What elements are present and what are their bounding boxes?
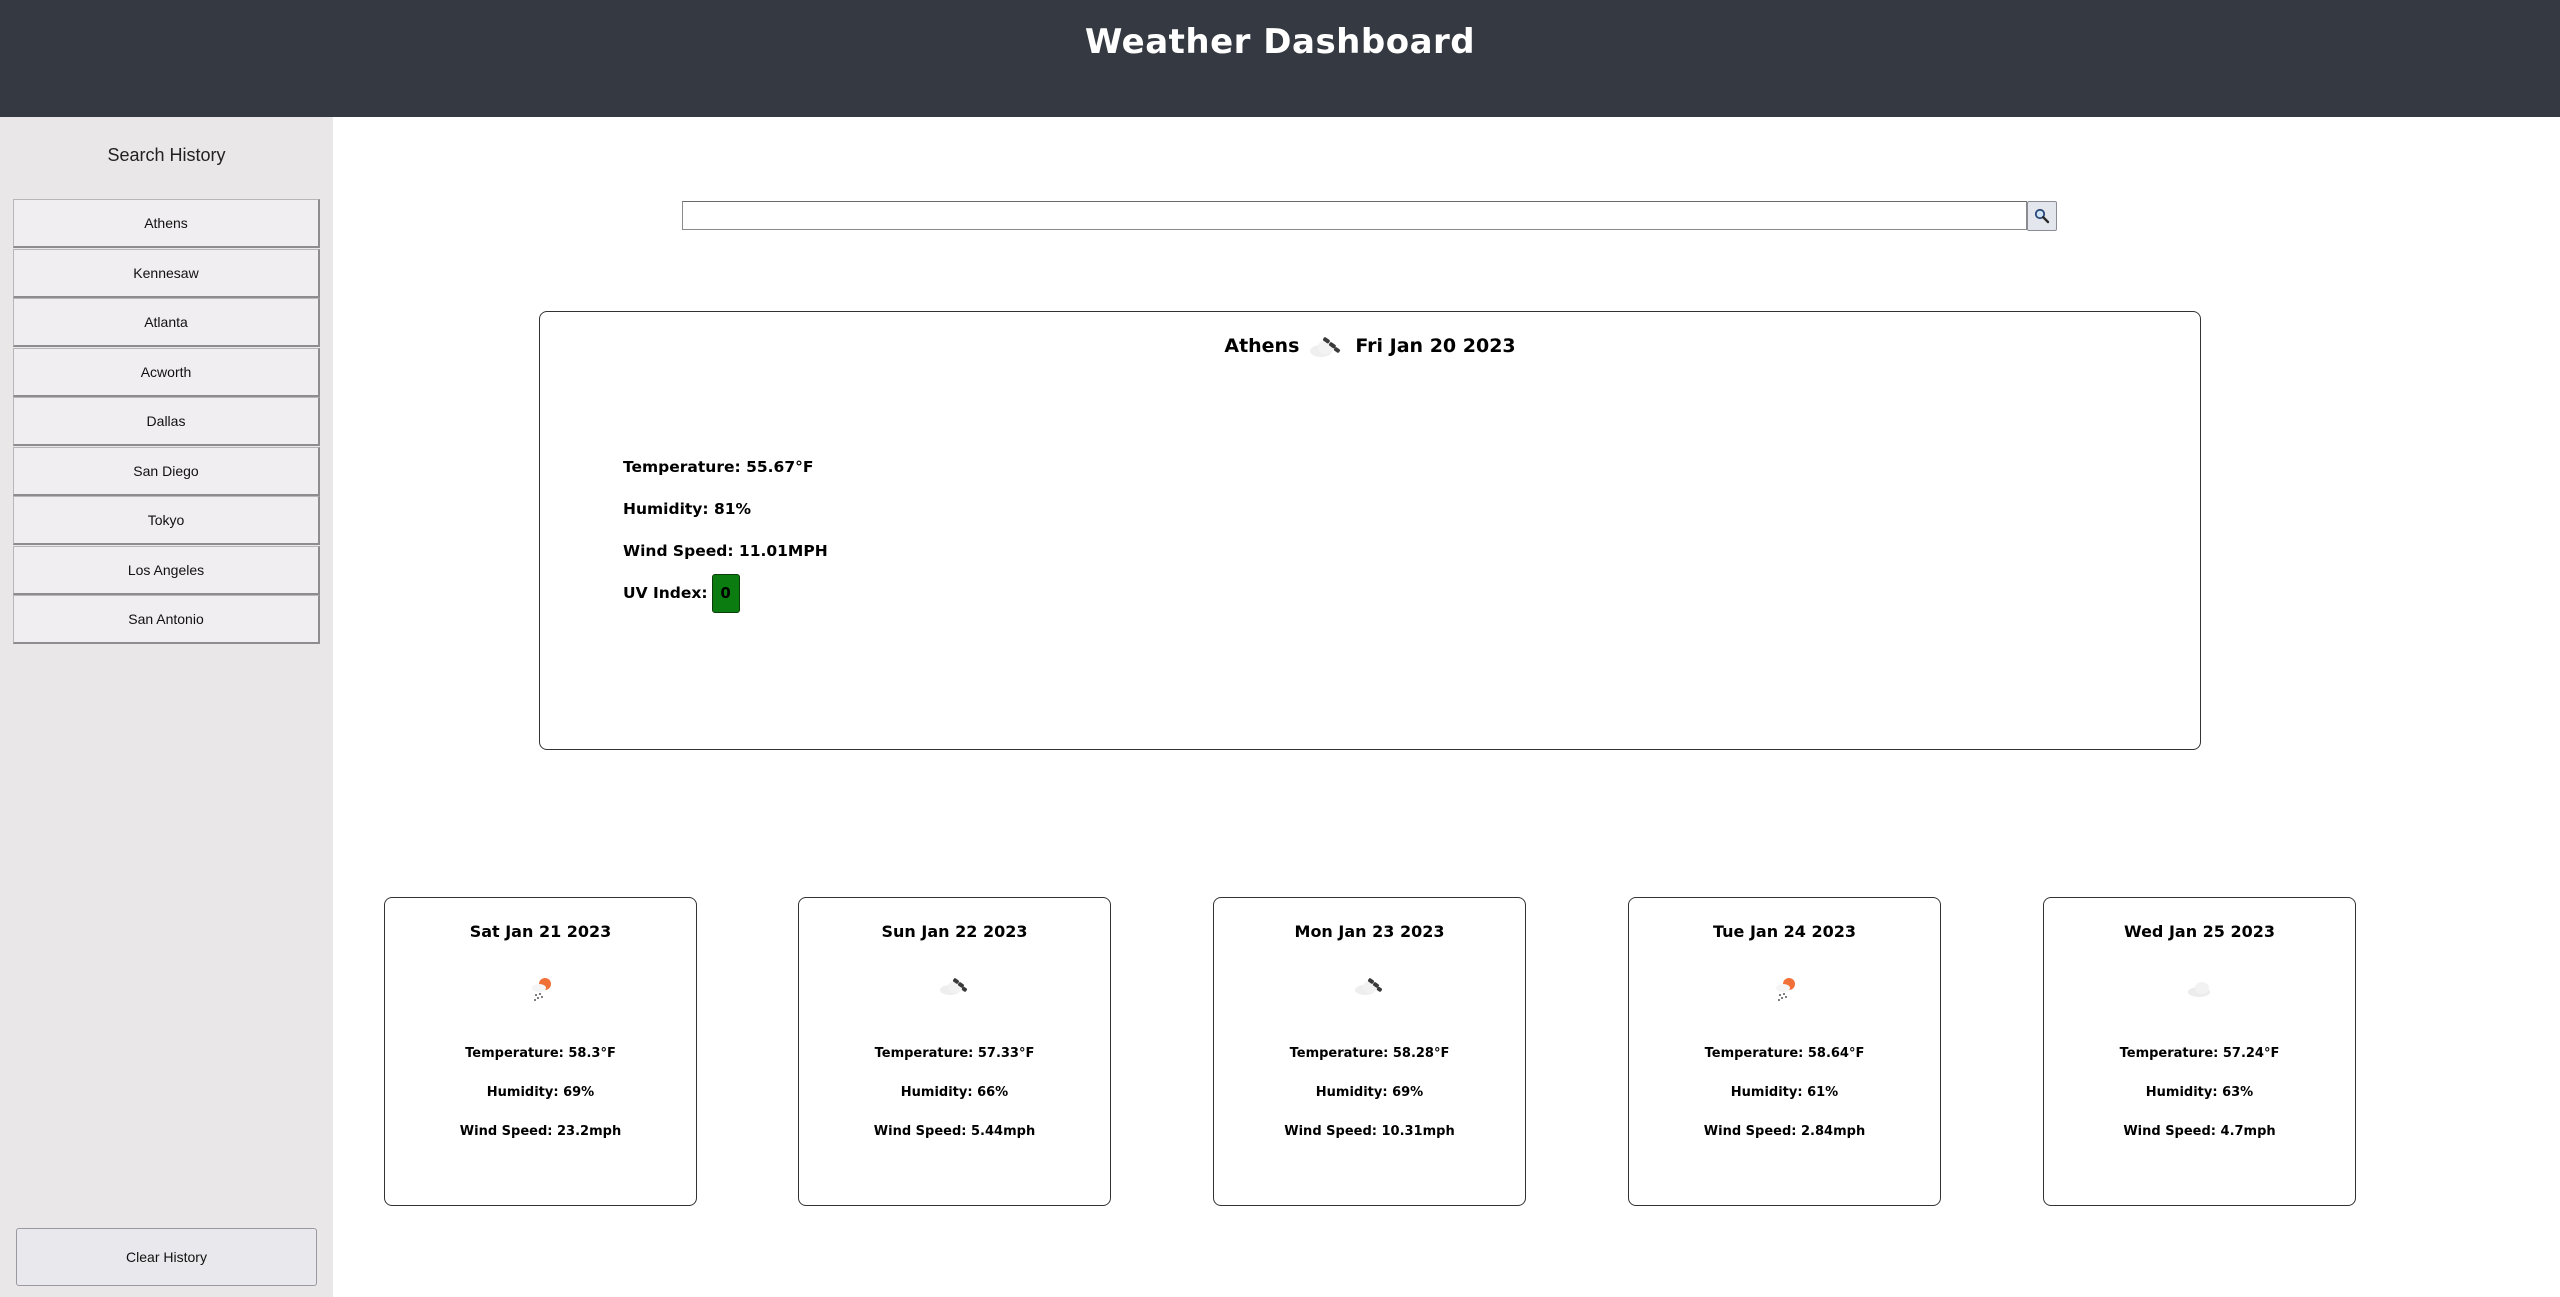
forecast-humidity: Humidity: 66% (900, 1085, 1009, 1100)
clear-history-button[interactable]: Clear History (16, 1228, 317, 1286)
page-title: Weather Dashboard (1084, 22, 1476, 62)
current-temperature: Temperature: 55.67°F (623, 458, 814, 476)
history-item-dallas[interactable]: Dallas (13, 397, 320, 446)
header-bar: Weather Dashboard (0, 0, 2560, 117)
forecast-temperature: Temperature: 58.64°F (1704, 1046, 1865, 1061)
forecast-wind-speed: Wind Speed: 10.31mph (1284, 1124, 1455, 1139)
city-search-input[interactable] (682, 201, 2027, 230)
forecast-date: Sat Jan 21 2023 (469, 922, 612, 941)
uv-index-label: UV Index: (623, 584, 708, 602)
history-item-los-angeles[interactable]: Los Angeles (13, 545, 320, 595)
current-weather-header: Athens Fri Jan 20 2023 (540, 332, 2200, 360)
cloud-wind-icon (1310, 337, 1341, 357)
forecast-date: Mon Jan 23 2023 (1294, 922, 1445, 941)
forecast-card: Mon Jan 23 2023 Temperature: 58.28°F Hum… (1213, 897, 1526, 1206)
current-date: Fri Jan 20 2023 (1355, 335, 1516, 357)
current-weather-card: Athens Fri Jan 20 2023 Temperature: 55.6… (539, 311, 2201, 750)
forecast-card: Wed Jan 25 2023 Temperature: 57.24°F Hum… (2043, 897, 2356, 1206)
search-icon (2034, 208, 2050, 224)
history-item-atlanta[interactable]: Atlanta (13, 298, 320, 347)
sidebar: Search History Athens Kennesaw Atlanta A… (0, 117, 333, 1297)
forecast-date: Wed Jan 25 2023 (2123, 922, 2276, 941)
forecast-date: Sun Jan 22 2023 (881, 922, 1028, 941)
search-history-list: Athens Kennesaw Atlanta Acworth Dallas S… (13, 199, 320, 645)
history-item-san-diego[interactable]: San Diego (13, 446, 320, 496)
forecast-humidity: Humidity: 69% (486, 1085, 595, 1100)
forecast-humidity: Humidity: 63% (2145, 1085, 2254, 1100)
forecast-temperature: Temperature: 57.24°F (2119, 1046, 2280, 1061)
forecast-wind-speed: Wind Speed: 4.7mph (2123, 1124, 2276, 1139)
sun-rain-icon (1776, 978, 1795, 1001)
forecast-temperature: Temperature: 58.3°F (465, 1046, 616, 1061)
uv-index-row: UV Index: 0 (623, 572, 828, 614)
current-stats: Temperature: 55.67°F Humidity: 81% Wind … (623, 446, 828, 614)
forecast-wind-speed: Wind Speed: 23.2mph (459, 1124, 622, 1139)
history-item-san-antonio[interactable]: San Antonio (13, 595, 320, 644)
cloud-wind-icon (1355, 978, 1383, 995)
current-humidity: Humidity: 81% (623, 500, 752, 518)
search-button[interactable] (2027, 201, 2057, 231)
history-item-athens[interactable]: Athens (13, 199, 320, 248)
forecast-humidity: Humidity: 61% (1730, 1085, 1839, 1100)
current-wind-speed: Wind Speed: 11.01MPH (623, 542, 828, 560)
sidebar-title: Search History (107, 145, 226, 165)
history-item-tokyo[interactable]: Tokyo (13, 496, 320, 545)
cloud-icon (2188, 982, 2210, 997)
uv-index-badge: 0 (711, 573, 740, 613)
forecast-wind-speed: Wind Speed: 5.44mph (873, 1124, 1036, 1139)
cloud-wind-icon (940, 978, 968, 995)
sun-rain-icon (532, 978, 551, 1001)
history-item-kennesaw[interactable]: Kennesaw (13, 248, 320, 298)
forecast-card: Tue Jan 24 2023 Temperature: 58.64°F Hum… (1628, 897, 1941, 1206)
forecast-card: Sat Jan 21 2023 Temperature: 58.3°F Humi… (384, 897, 697, 1206)
forecast-humidity: Humidity: 69% (1315, 1085, 1424, 1100)
forecast-temperature: Temperature: 58.28°F (1289, 1046, 1450, 1061)
forecast-wind-speed: Wind Speed: 2.84mph (1703, 1124, 1866, 1139)
forecast-temperature: Temperature: 57.33°F (874, 1046, 1035, 1061)
history-item-acworth[interactable]: Acworth (13, 347, 320, 397)
current-city: Athens (1224, 335, 1300, 357)
forecast-date: Tue Jan 24 2023 (1712, 922, 1857, 941)
forecast-card: Sun Jan 22 2023 Temperature: 57.33°F Hum… (798, 897, 1111, 1206)
